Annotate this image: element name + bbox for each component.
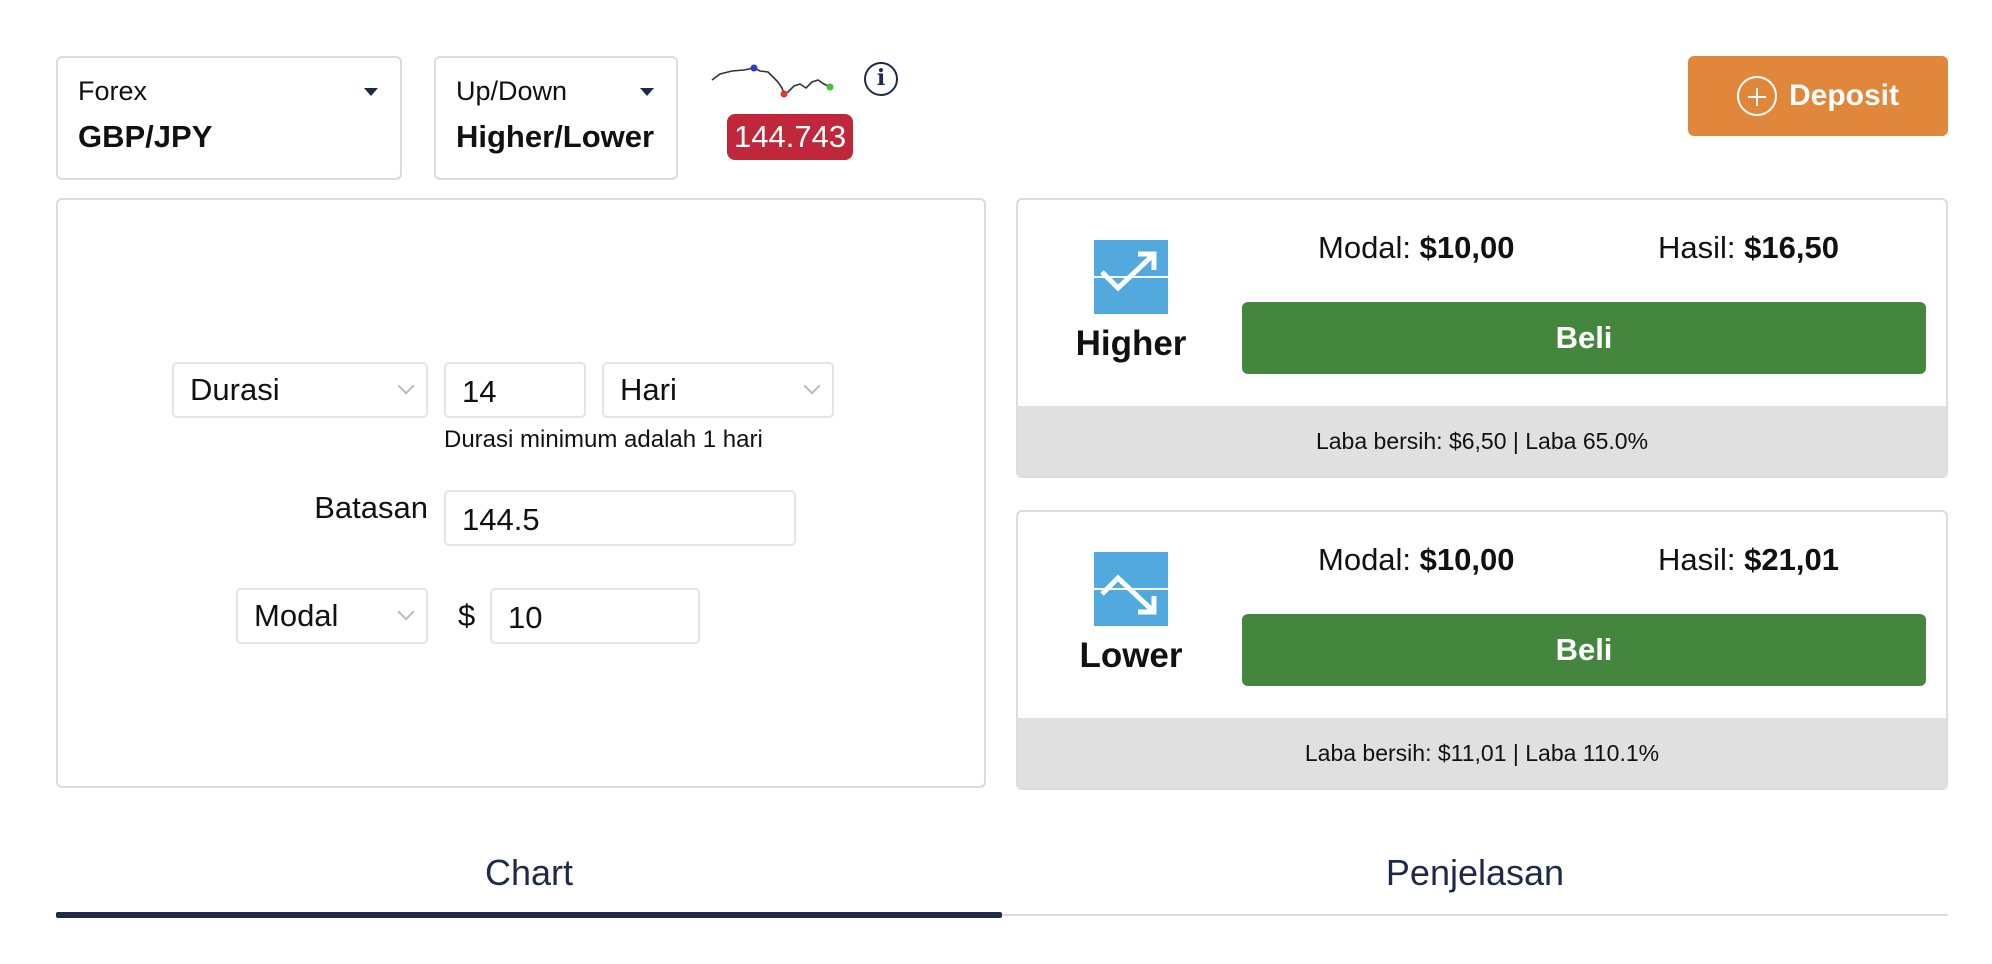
stake-type-value: Modal: [254, 598, 339, 633]
active-tab-indicator: [56, 912, 1002, 918]
contract-type-selector[interactable]: Up/Down Higher/Lower: [434, 56, 678, 180]
chevron-down-icon: [397, 603, 415, 621]
contract-label: Higher: [1075, 324, 1187, 363]
duration-type-value: Durasi: [190, 372, 280, 407]
duration-unit-value: Hari: [620, 372, 677, 407]
contract-type: Higher/Lower: [456, 119, 655, 154]
contract-label: Lower: [1079, 636, 1183, 675]
plus-circle-icon: [1736, 76, 1777, 116]
market-instrument: GBP/JPY: [78, 119, 213, 154]
stake-label: Modal:: [1318, 230, 1412, 265]
info-icon[interactable]: i: [864, 62, 898, 96]
trend-down-icon: [1094, 552, 1168, 626]
duration-type-select[interactable]: Durasi: [172, 362, 428, 418]
net-profit-info: Laba bersih: $6,50 | Laba 65.0%: [1018, 406, 1946, 476]
sparkline-icon: [711, 64, 834, 98]
chevron-down-icon: [397, 377, 415, 395]
payout-label: Hasil:: [1658, 542, 1736, 577]
stake-label: Modal:: [1318, 542, 1412, 577]
barrier-input[interactable]: 144.5: [444, 490, 796, 546]
stake-summary: Modal: $10,00: [1318, 230, 1515, 266]
stake-input[interactable]: 10: [490, 588, 700, 644]
tab-chart[interactable]: Chart: [56, 852, 1002, 894]
payout-amount: $16,50: [1744, 230, 1839, 265]
deposit-label: Deposit: [1788, 79, 1899, 112]
stake-type-select[interactable]: Modal: [236, 588, 428, 644]
barrier-label: Batasan: [314, 490, 428, 525]
duration-input[interactable]: 14: [444, 362, 586, 418]
stake-amount: $10,00: [1419, 542, 1515, 577]
duration-unit-select[interactable]: Hari: [602, 362, 834, 418]
currency-symbol: $: [458, 598, 476, 633]
chevron-down-icon: [803, 377, 821, 395]
stake-summary: Modal: $10,00: [1318, 542, 1515, 578]
caret-down-icon: [364, 88, 378, 96]
buy-higher-button[interactable]: Beli: [1242, 302, 1926, 374]
trend-up-icon: [1094, 240, 1168, 314]
deposit-button[interactable]: Deposit: [1688, 56, 1948, 136]
contract-category: Up/Down: [456, 76, 568, 106]
caret-down-icon: [640, 88, 654, 96]
contract-card-higher: Higher Modal: $10,00 Hasil: $16,50 Beli …: [1016, 198, 1948, 478]
payout-label: Hasil:: [1658, 230, 1736, 265]
net-profit-info: Laba bersih: $11,01 | Laba 110.1%: [1018, 718, 1946, 788]
payout-summary: Hasil: $16,50: [1658, 230, 1839, 266]
payout-amount: $21,01: [1744, 542, 1839, 577]
payout-summary: Hasil: $21,01: [1658, 542, 1839, 578]
contract-card-lower: Lower Modal: $10,00 Hasil: $21,01 Beli L…: [1016, 510, 1948, 790]
tab-penjelasan[interactable]: Penjelasan: [1002, 852, 1948, 894]
buy-lower-button[interactable]: Beli: [1242, 614, 1926, 686]
market-category: Forex: [78, 76, 148, 106]
duration-hint: Durasi minimum adalah 1 hari: [444, 426, 763, 453]
market-selector[interactable]: Forex GBP/JPY: [56, 56, 402, 180]
trade-parameters-panel: Durasi 14 Hari Durasi minimum adalah 1 h…: [56, 198, 986, 788]
current-price-badge: 144.743: [727, 114, 854, 160]
stake-amount: $10,00: [1419, 230, 1515, 265]
